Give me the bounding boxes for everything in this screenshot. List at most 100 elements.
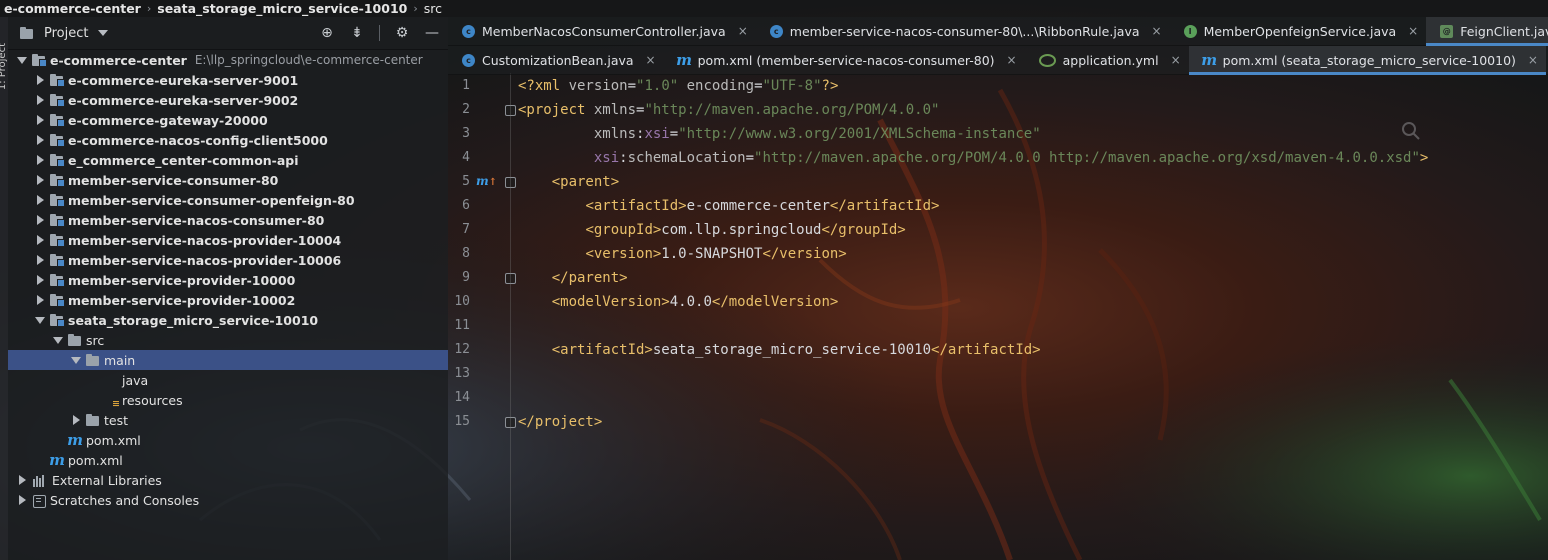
breadcrumb-item-project[interactable]: e-commerce-center <box>0 1 145 16</box>
close-icon[interactable]: × <box>738 24 748 38</box>
chevron-right-icon[interactable] <box>34 294 46 306</box>
chevron-right-icon[interactable] <box>34 214 46 226</box>
tree-item[interactable]: member-service-provider-10002 <box>8 290 448 310</box>
tree-item[interactable]: e_commerce_center-common-api <box>8 150 448 170</box>
breadcrumb-item-src[interactable]: src <box>420 1 446 16</box>
tree-item[interactable]: e-commerce-gateway-20000 <box>8 110 448 130</box>
close-icon[interactable]: × <box>1152 24 1162 38</box>
tree-item[interactable]: m pom.xml <box>8 430 448 450</box>
tree-item[interactable]: e-commerce-nacos-config-client5000 <box>8 130 448 150</box>
line-number: 6 <box>462 198 470 213</box>
close-icon[interactable]: × <box>1171 53 1181 67</box>
tree-item[interactable]: src <box>8 330 448 350</box>
libraries-icon <box>31 473 49 487</box>
tree-item[interactable]: member-service-nacos-provider-10004 <box>8 230 448 250</box>
code-token: : <box>619 150 628 166</box>
tree-item-label: e-commerce-eureka-server-9002 <box>68 92 299 108</box>
close-icon[interactable]: × <box>646 53 656 67</box>
module-folder-icon <box>49 193 65 207</box>
breadcrumb-item-module[interactable]: seata_storage_micro_service-10010 <box>153 1 411 16</box>
tree-item[interactable]: member-service-nacos-provider-10006 <box>8 250 448 270</box>
gutter-divider <box>510 73 511 560</box>
chevron-right-icon[interactable] <box>34 174 46 186</box>
code-token: e-commerce-center <box>686 198 830 214</box>
tree-item[interactable]: seata_storage_micro_service-10010 <box>8 310 448 330</box>
module-folder-icon <box>49 293 65 307</box>
project-view-selector[interactable]: Project <box>8 26 109 41</box>
chevron-right-icon[interactable] <box>34 134 46 146</box>
tree-item[interactable]: member-service-consumer-80 <box>8 170 448 190</box>
tree-item[interactable]: m pom.xml <box>8 450 448 470</box>
gear-icon[interactable]: ⚙ <box>394 25 410 41</box>
module-folder-icon <box>49 253 65 267</box>
line-number: 7 <box>462 222 470 237</box>
tree-item[interactable]: e-commerce-eureka-server-9002 <box>8 90 448 110</box>
editor-tab[interactable]: c member-service-nacos-consumer-80\...\Ri… <box>756 17 1170 45</box>
chevron-down-icon[interactable] <box>52 334 64 346</box>
editor-tab[interactable]: m pom.xml (member-service-nacos-consumer-… <box>664 46 1025 74</box>
line-number: 12 <box>454 342 470 357</box>
chevron-right-icon[interactable] <box>34 94 46 106</box>
tree-item[interactable]: test <box>8 410 448 430</box>
chevron-right-icon[interactable] <box>70 414 82 426</box>
chevron-down-icon[interactable] <box>16 54 28 66</box>
code-token: = <box>669 126 679 142</box>
tree-item[interactable]: External Libraries <box>8 470 448 490</box>
code-token: xmlns <box>593 102 637 118</box>
code-token: = <box>754 78 763 94</box>
tree-item[interactable]: e-commerce-eureka-server-9001 <box>8 70 448 90</box>
chevron-right-icon[interactable] <box>34 234 46 246</box>
tree-item[interactable]: e-commerce-center E:\llp_springcloud\e-co… <box>8 50 448 70</box>
close-icon[interactable]: × <box>1528 53 1538 67</box>
maven-parent-gutter-icon[interactable]: m↑ <box>476 174 497 188</box>
chevron-right-icon[interactable] <box>34 274 46 286</box>
chevron-right-icon[interactable] <box>34 254 46 266</box>
close-icon[interactable]: × <box>1408 24 1418 38</box>
chevron-right-icon[interactable] <box>34 74 46 86</box>
chevron-down-icon[interactable] <box>70 354 82 366</box>
tree-item[interactable]: member-service-nacos-consumer-80 <box>8 210 448 230</box>
editor-tab[interactable]: I MemberOpenfeignService.java × <box>1170 17 1427 45</box>
code-token: encoding <box>686 78 755 94</box>
editor-tab[interactable]: c MemberNacosConsumerController.java × <box>448 17 756 45</box>
project-tool-window-button[interactable]: 1: Project <box>0 43 8 90</box>
code-token: <?xml <box>518 78 569 94</box>
chevron-right-icon[interactable] <box>34 194 46 206</box>
editor-tab[interactable]: c CustomizationBean.java × <box>448 46 664 74</box>
editor-tab-label: MemberNacosConsumerController.java <box>482 23 726 39</box>
editor-tab[interactable]: @FeignClient.java× <box>1426 17 1548 46</box>
chevron-right-icon[interactable] <box>34 114 46 126</box>
tree-item[interactable]: main <box>8 350 448 370</box>
breadcrumb-separator-icon: › <box>446 2 448 15</box>
tree-item-label: pom.xml <box>86 432 141 448</box>
code-token: </project> <box>518 414 603 430</box>
tree-item[interactable]: member-service-provider-10000 <box>8 270 448 290</box>
line-number: 14 <box>454 390 470 405</box>
java-class-icon: c <box>769 24 783 38</box>
tree-item[interactable]: java <box>8 370 448 390</box>
chevron-right-icon[interactable] <box>34 154 46 166</box>
close-icon[interactable]: × <box>1007 53 1017 67</box>
tree-item-label: main <box>104 352 136 368</box>
tree-item[interactable]: resources <box>8 390 448 410</box>
editor-tab[interactable]: application.yml × <box>1025 46 1189 74</box>
code-line: <?xml version="1.0" encoding="UTF-8"?> <box>518 74 838 98</box>
code-token: version <box>568 78 628 94</box>
tree-item[interactable]: member-service-consumer-openfeign-80 <box>8 190 448 210</box>
code-editor[interactable]: 1 2 3 4 5 6 7 8 9 10 11 12 13 14 15 m↑ <?xml version="1… <box>448 73 1548 560</box>
chevron-right-icon[interactable] <box>16 474 28 486</box>
chevron-down-icon[interactable] <box>34 314 46 326</box>
chevron-right-icon[interactable] <box>16 494 28 506</box>
collapse-icon[interactable]: ⇟ <box>349 25 365 41</box>
locate-icon[interactable]: ⊕ <box>319 25 335 41</box>
tree-item[interactable]: Scratches and Consoles <box>8 490 448 510</box>
module-folder-icon <box>31 53 47 67</box>
resources-folder-icon <box>103 393 119 407</box>
editor-tab[interactable]: m pom.xml (seata_storage_micro_service-10… <box>1188 46 1547 75</box>
editor-tab-label: CustomizationBean.java <box>482 52 634 68</box>
minimize-icon[interactable]: — <box>424 25 440 41</box>
